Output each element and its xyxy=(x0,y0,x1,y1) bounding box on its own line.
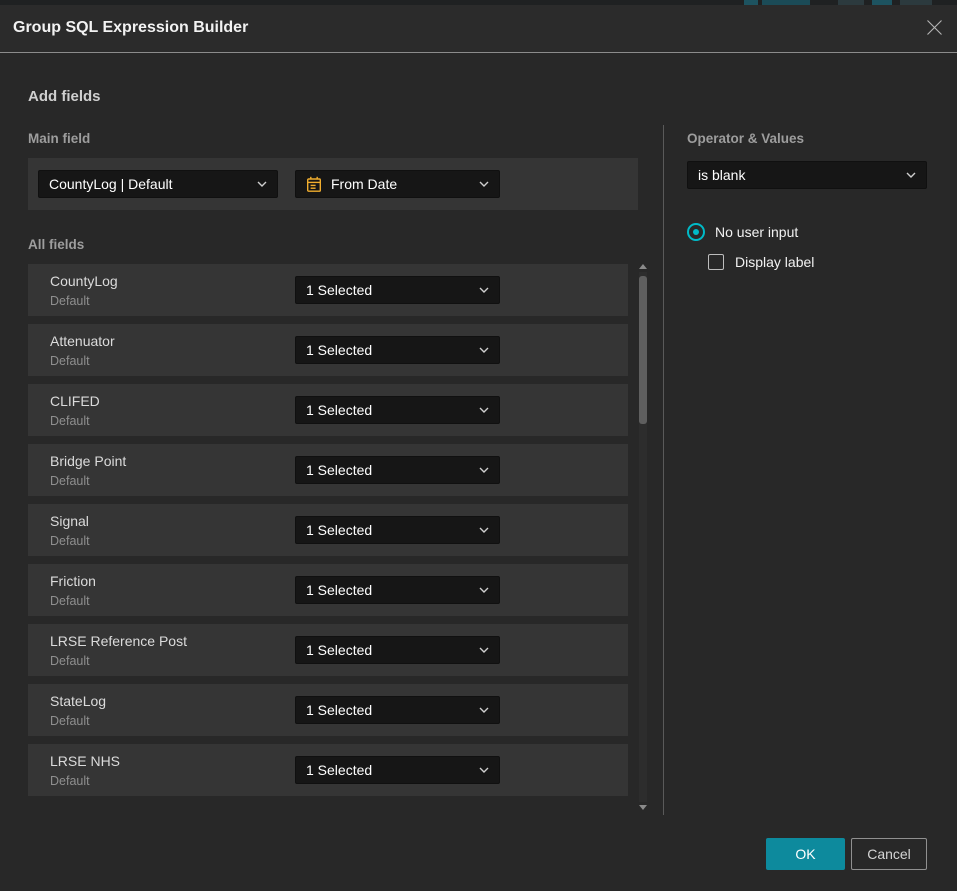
chevron-down-icon xyxy=(479,347,489,353)
main-field-panel: CountyLog | Default From Date xyxy=(28,158,638,210)
close-icon xyxy=(926,19,943,39)
close-button[interactable] xyxy=(923,18,945,40)
display-label-checkbox[interactable]: Display label xyxy=(708,254,814,270)
field-name: CountyLog xyxy=(50,273,118,289)
chevron-down-icon xyxy=(479,647,489,653)
field-subtitle: Default xyxy=(50,654,90,668)
field-name: Attenuator xyxy=(50,333,115,349)
no-user-input-radio[interactable]: No user input xyxy=(687,223,798,241)
chevron-down-icon xyxy=(906,172,916,178)
chevron-down-icon xyxy=(479,467,489,473)
date-field-select-dropdown[interactable]: From Date xyxy=(295,170,500,198)
no-user-input-label: No user input xyxy=(715,224,798,240)
field-name: Signal xyxy=(50,513,89,529)
row-selected-dropdown[interactable]: 1 Selected xyxy=(295,516,500,544)
chevron-down-icon xyxy=(479,767,489,773)
field-subtitle: Default xyxy=(50,534,90,548)
checkbox-unchecked-icon xyxy=(708,254,724,270)
chevron-down-icon xyxy=(479,287,489,293)
cancel-button[interactable]: Cancel xyxy=(851,838,927,870)
group-sql-expression-builder-dialog: Group SQL Expression Builder Add fields … xyxy=(0,5,957,891)
scrollbar-up-arrow-icon[interactable] xyxy=(639,264,647,269)
row-selected-dropdown[interactable]: 1 Selected xyxy=(295,696,500,724)
field-name: LRSE Reference Post xyxy=(50,633,187,649)
operator-values-label: Operator & Values xyxy=(687,131,804,146)
layer-select-dropdown[interactable]: CountyLog | Default xyxy=(38,170,278,198)
row-selected-dropdown[interactable]: 1 Selected xyxy=(295,456,500,484)
row-selected-dropdown[interactable]: 1 Selected xyxy=(295,576,500,604)
display-label-text: Display label xyxy=(735,254,814,270)
dialog-header: Group SQL Expression Builder xyxy=(0,5,957,53)
operator-select-value: is blank xyxy=(698,167,898,183)
field-subtitle: Default xyxy=(50,294,90,308)
field-subtitle: Default xyxy=(50,474,90,488)
radio-selected-icon xyxy=(687,223,705,241)
chevron-down-icon xyxy=(479,181,489,187)
row-selected-dropdown-label: 1 Selected xyxy=(306,522,471,538)
screen: Group SQL Expression Builder Add fields … xyxy=(0,0,957,891)
row-selected-dropdown-label: 1 Selected xyxy=(306,402,471,418)
row-selected-dropdown-label: 1 Selected xyxy=(306,342,471,358)
chevron-down-icon xyxy=(479,707,489,713)
chevron-down-icon xyxy=(479,527,489,533)
row-selected-dropdown[interactable]: 1 Selected xyxy=(295,396,500,424)
field-name: LRSE NHS xyxy=(50,753,120,769)
row-selected-dropdown-label: 1 Selected xyxy=(306,282,471,298)
field-row: CLIFED Default 1 Selected xyxy=(28,384,628,436)
field-name: Bridge Point xyxy=(50,453,126,469)
field-row: LRSE Reference Post Default 1 Selected xyxy=(28,624,628,676)
field-subtitle: Default xyxy=(50,354,90,368)
ok-button[interactable]: OK xyxy=(766,838,845,870)
field-name: Friction xyxy=(50,573,96,589)
main-field-label: Main field xyxy=(28,131,90,146)
scrollbar-down-arrow-icon[interactable] xyxy=(639,805,647,810)
vertical-divider xyxy=(663,125,664,815)
field-subtitle: Default xyxy=(50,414,90,428)
chevron-down-icon xyxy=(479,587,489,593)
layer-select-value: CountyLog | Default xyxy=(49,176,249,192)
all-fields-list: CountyLog Default 1 Selected Attenuator … xyxy=(28,264,628,804)
row-selected-dropdown-label: 1 Selected xyxy=(306,642,471,658)
field-row: CountyLog Default 1 Selected xyxy=(28,264,628,316)
field-name: StateLog xyxy=(50,693,106,709)
field-name: CLIFED xyxy=(50,393,100,409)
row-selected-dropdown[interactable]: 1 Selected xyxy=(295,336,500,364)
field-subtitle: Default xyxy=(50,714,90,728)
row-selected-dropdown-label: 1 Selected xyxy=(306,462,471,478)
field-row: Attenuator Default 1 Selected xyxy=(28,324,628,376)
row-selected-dropdown-label: 1 Selected xyxy=(306,762,471,778)
field-subtitle: Default xyxy=(50,594,90,608)
field-row: Friction Default 1 Selected xyxy=(28,564,628,616)
fields-scrollbar xyxy=(637,262,649,812)
field-row: StateLog Default 1 Selected xyxy=(28,684,628,736)
add-fields-heading: Add fields xyxy=(28,88,101,105)
field-row: LRSE NHS Default 1 Selected xyxy=(28,744,628,796)
row-selected-dropdown[interactable]: 1 Selected xyxy=(295,276,500,304)
dialog-title: Group SQL Expression Builder xyxy=(13,19,248,37)
date-field-select-value: From Date xyxy=(331,176,471,192)
chevron-down-icon xyxy=(479,407,489,413)
chevron-down-icon xyxy=(257,181,267,187)
calendar-icon xyxy=(306,176,322,193)
field-row: Signal Default 1 Selected xyxy=(28,504,628,556)
field-row: Bridge Point Default 1 Selected xyxy=(28,444,628,496)
row-selected-dropdown-label: 1 Selected xyxy=(306,582,471,598)
operator-select-dropdown[interactable]: is blank xyxy=(687,161,927,189)
scrollbar-thumb[interactable] xyxy=(639,276,647,424)
row-selected-dropdown[interactable]: 1 Selected xyxy=(295,756,500,784)
row-selected-dropdown[interactable]: 1 Selected xyxy=(295,636,500,664)
row-selected-dropdown-label: 1 Selected xyxy=(306,702,471,718)
field-subtitle: Default xyxy=(50,774,90,788)
all-fields-label: All fields xyxy=(28,237,84,252)
